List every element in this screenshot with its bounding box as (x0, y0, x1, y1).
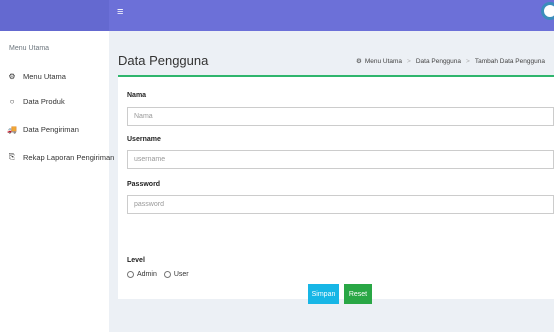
radio-admin[interactable]: Admin (127, 271, 157, 278)
reset-button[interactable]: Reset (344, 284, 372, 304)
level-radio-group: Admin User (127, 271, 196, 278)
radio-user[interactable]: User (163, 271, 189, 278)
report-icon: ⎘ (8, 152, 16, 161)
top-navbar: ≡ (0, 0, 554, 31)
sidebar-header: Menu Utama (9, 45, 50, 52)
password-label: Password (127, 181, 161, 188)
sidebar-item-rekap-laporan[interactable]: ⎘ Rekap Laporan Pengiriman (7, 150, 115, 164)
form-panel: Nama Username Password Level Admin User (118, 75, 554, 299)
radio-admin-label: Admin (137, 271, 157, 278)
level-label: Level (127, 257, 145, 264)
circle-icon: ○ (9, 96, 15, 106)
truck-icon: 🚚 (7, 124, 17, 134)
sidebar-item-menu-utama[interactable]: ⚙ Menu Utama (7, 69, 66, 83)
sidebar-item-label: Data Pengiriman (23, 124, 79, 134)
username-input[interactable] (127, 150, 554, 169)
radio-user-label: User (173, 271, 189, 278)
radio-circle-icon[interactable] (163, 271, 171, 278)
radio-circle-icon[interactable] (127, 271, 134, 278)
dashboard-icon: ⚙ (8, 71, 16, 81)
password-input[interactable] (127, 195, 554, 214)
nama-input[interactable] (127, 107, 554, 126)
sidebar-item-label: Rekap Laporan Pengiriman (23, 152, 115, 162)
breadcrumb-separator: > (407, 57, 411, 65)
sidebar: Menu Utama ⚙ Menu Utama ○ Data Produk 🚚 … (0, 31, 114, 332)
breadcrumb-separator: > (466, 57, 470, 65)
user-avatar[interactable] (541, 2, 554, 20)
breadcrumb: ⚙ Menu Utama > Data Pengguna > Tambah Da… (356, 57, 545, 66)
sidebar-item-label: Menu Utama (23, 71, 66, 81)
username-label: Username (127, 136, 161, 143)
save-button[interactable]: Simpan (308, 284, 339, 304)
dashboard-icon: ⚙ (356, 58, 362, 65)
breadcrumb-item-home[interactable]: Menu Utama (365, 58, 402, 65)
breadcrumb-item-data-pengguna[interactable]: Data Pengguna (416, 58, 461, 65)
hamburger-menu-icon[interactable]: ≡ (117, 6, 123, 18)
sidebar-item-data-produk[interactable]: ○ Data Produk (7, 94, 65, 108)
breadcrumb-item-current: Tambah Data Pengguna (474, 57, 545, 65)
logo-area (0, 0, 109, 31)
sidebar-item-label: Data Produk (23, 96, 65, 106)
nama-label: Nama (127, 92, 147, 99)
sidebar-item-data-pengiriman[interactable]: 🚚 Data Pengiriman (7, 122, 79, 136)
page-title: Data Pengguna (118, 53, 209, 68)
